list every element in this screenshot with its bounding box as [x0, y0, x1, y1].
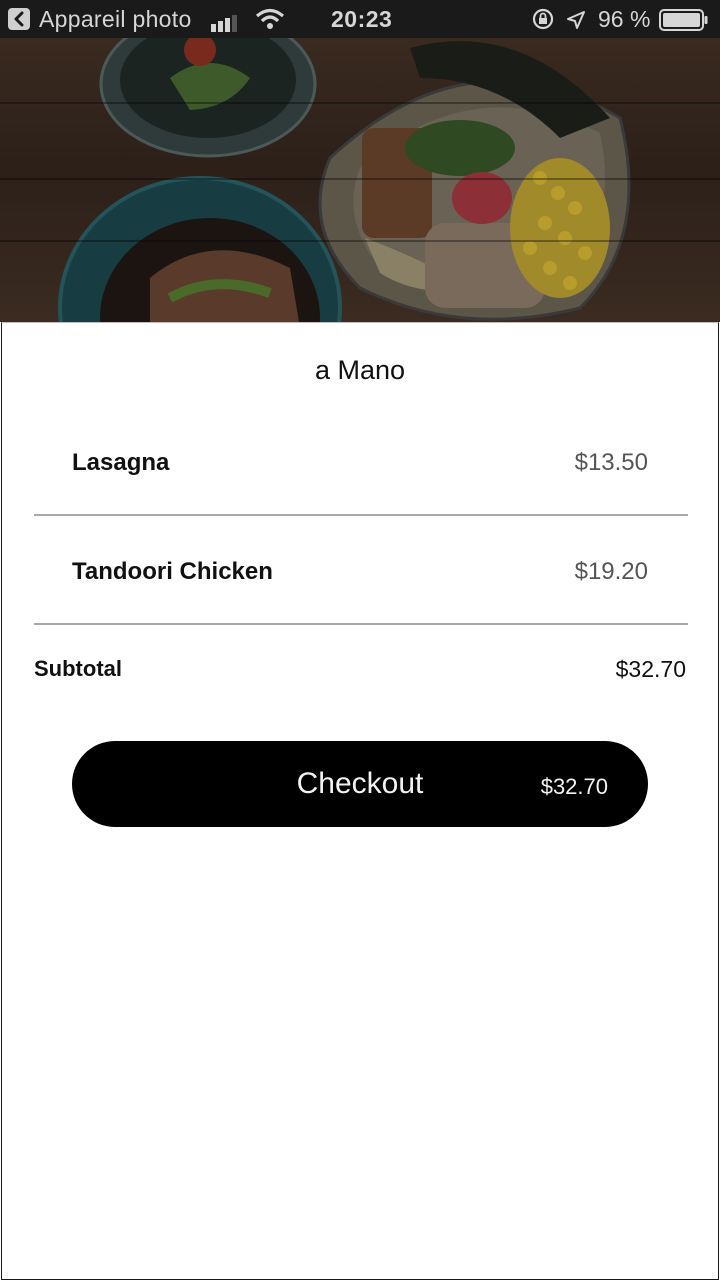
wood-plank-line: [0, 240, 720, 242]
signal-icon: [211, 11, 243, 38]
back-to-app-label[interactable]: Appareil photo: [39, 6, 192, 33]
battery-percent: 96 %: [598, 6, 651, 32]
restaurant-name: a Mano: [314, 355, 406, 385]
item-price: $13.50: [574, 449, 648, 476]
subtotal-label: Subtotal: [34, 656, 122, 681]
checkout-amount: $32.70: [540, 774, 608, 799]
item-name: Lasagna: [72, 449, 170, 476]
cart-sheet: a Mano Lasagna $13.50 Tandoori Chicken $…: [1, 322, 719, 1280]
divider: [34, 514, 688, 516]
cart-item-row[interactable]: Tandoori Chicken $19.20: [34, 558, 688, 666]
wood-plank-line: [0, 178, 720, 180]
cart-item-row[interactable]: Lasagna $13.50: [34, 449, 688, 557]
divider: [34, 623, 688, 625]
hero-food-image: [0, 38, 720, 322]
battery-icon: [659, 9, 709, 37]
rotation-lock-icon: [532, 8, 554, 36]
item-name: Tandoori Chicken: [72, 558, 273, 585]
checkout-button[interactable]: Checkout $32.70: [72, 741, 648, 827]
location-arrow-icon: [566, 9, 586, 36]
wifi-icon: [255, 7, 285, 37]
item-price: $19.20: [574, 558, 648, 585]
back-arrow-icon[interactable]: [8, 8, 30, 30]
status-bar: Appareil photo 20:23 96 %: [0, 0, 720, 38]
subtotal-value: $32.70: [615, 656, 686, 682]
food-bowls-illustration: [58, 38, 631, 322]
clock-time: 20:23: [331, 6, 393, 32]
wood-plank-line: [0, 102, 720, 104]
